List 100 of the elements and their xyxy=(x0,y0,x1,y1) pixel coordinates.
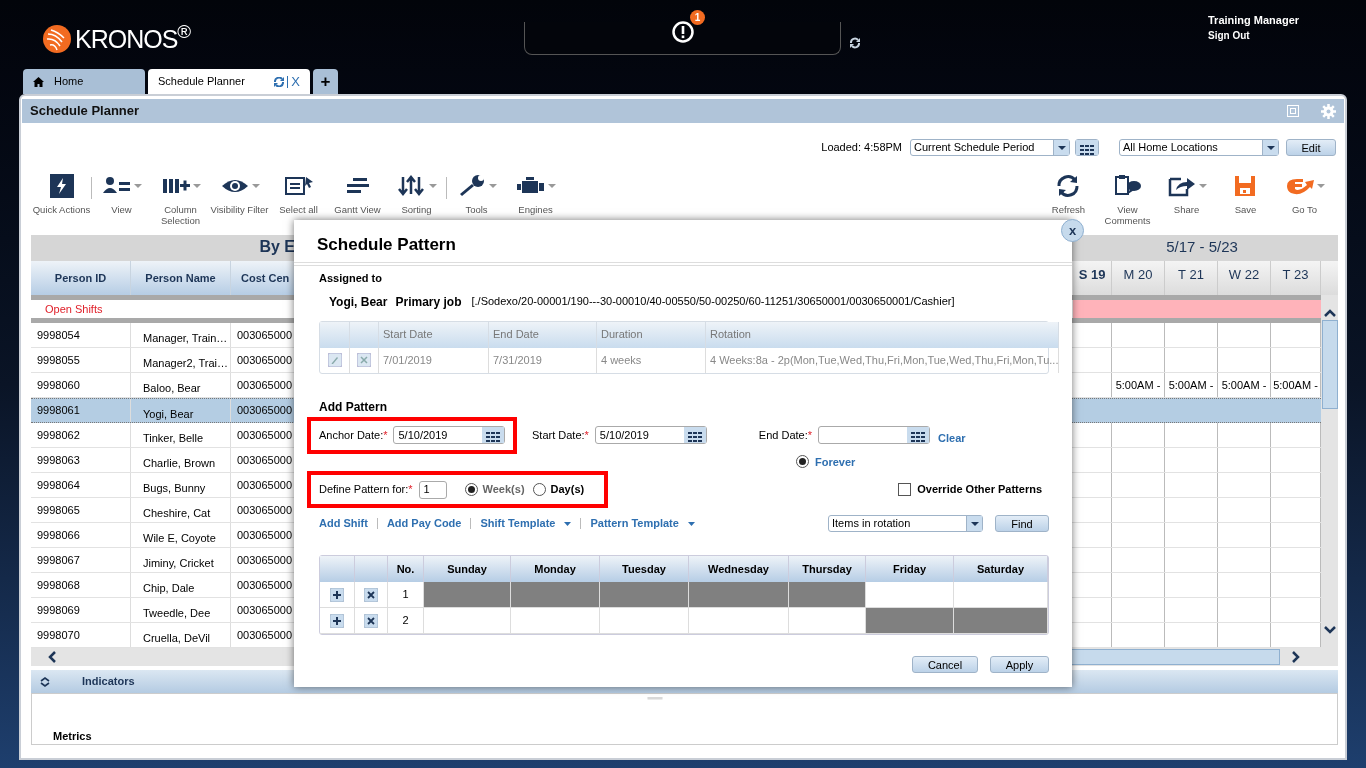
day-cell[interactable] xyxy=(600,608,689,634)
date-field[interactable]: 5/10/2019 xyxy=(393,426,506,444)
field-label: Anchor Date:* xyxy=(319,427,388,443)
table-cell: Jiminy, Cricket xyxy=(131,548,231,572)
column-header: Start Date xyxy=(379,321,489,348)
rotation-select[interactable]: Items in rotation xyxy=(828,515,983,532)
radio-button[interactable] xyxy=(796,455,809,469)
day-cell[interactable] xyxy=(600,582,689,608)
toolbar-button[interactable]: Save xyxy=(1216,171,1275,215)
job-label: Primary job xyxy=(395,293,462,311)
table-cell: 9998070 xyxy=(31,623,131,647)
caret-icon[interactable] xyxy=(564,521,572,526)
find-button[interactable]: Find xyxy=(995,515,1049,532)
toolbar-button[interactable]: Quick Actions xyxy=(32,171,91,215)
toolbar-button[interactable]: Go To xyxy=(1275,171,1334,215)
table-cell: 9998068 xyxy=(31,573,131,597)
radio-button[interactable] xyxy=(532,483,546,496)
toolbar-link[interactable]: Pattern Template xyxy=(590,515,679,532)
day-cell[interactable] xyxy=(789,608,866,634)
table-cell: Cruella, DeVil xyxy=(131,623,231,647)
add-row-icon[interactable] xyxy=(330,613,344,628)
toolbar-button[interactable]: Visibility Filter xyxy=(210,171,269,215)
caret-icon xyxy=(1266,145,1275,150)
day-cell[interactable] xyxy=(954,608,1048,634)
day-cell[interactable] xyxy=(424,582,511,608)
close-tab-button[interactable]: X xyxy=(291,71,300,92)
location-select[interactable]: All Home Locations xyxy=(1119,139,1279,156)
toolbar-button[interactable]: Sorting xyxy=(387,171,446,215)
scroll-thumb[interactable] xyxy=(1070,649,1280,665)
tab[interactable]: Schedule Planner X xyxy=(148,69,310,94)
calendar-icon[interactable] xyxy=(1076,140,1098,155)
day-cell[interactable] xyxy=(866,608,954,634)
clear-link[interactable]: Clear xyxy=(938,429,966,447)
table-cell: Chip, Dale xyxy=(131,573,231,597)
dialog-title: Schedule Pattern xyxy=(316,234,457,256)
toolbar-button[interactable]: Column Selection xyxy=(151,171,210,226)
day-cell[interactable] xyxy=(511,582,600,608)
day-cell[interactable] xyxy=(424,608,511,634)
toolbar-button[interactable]: Tools xyxy=(447,171,506,215)
table-cell: 9998063 xyxy=(31,448,131,472)
pencil-icon[interactable] xyxy=(327,353,342,367)
table-cell: 9998054 xyxy=(31,323,131,347)
table-cell-text: 003065000 xyxy=(236,552,294,568)
open-shifts-label: Open Shifts xyxy=(44,301,104,317)
toolbar-button[interactable]: Refresh xyxy=(1039,171,1098,215)
radio-button[interactable] xyxy=(464,483,478,496)
toolbar-button[interactable]: Gantt View xyxy=(328,171,387,215)
day-cell[interactable] xyxy=(866,582,954,608)
edit-button[interactable]: Edit xyxy=(1286,139,1336,156)
section-label: Add Pattern xyxy=(319,398,388,416)
toolbar-button[interactable]: Share xyxy=(1157,171,1216,215)
settings-icon[interactable] xyxy=(1321,103,1336,119)
chevron-right-icon xyxy=(1292,651,1300,663)
home-icon xyxy=(33,76,44,87)
day-cell[interactable] xyxy=(689,608,789,634)
date-field[interactable]: 5/10/2019 xyxy=(594,426,707,444)
refresh-icon[interactable] xyxy=(849,37,861,49)
checkbox[interactable] xyxy=(898,483,912,496)
tab[interactable]: Home xyxy=(23,69,145,94)
table-cell: 9998060 xyxy=(31,373,131,397)
table-cell: 9998062 xyxy=(31,423,131,447)
toolbar-link[interactable]: Shift Template xyxy=(480,515,556,532)
notification-field[interactable] xyxy=(524,22,841,55)
alert-icon[interactable] xyxy=(672,21,694,43)
vertical-scrollbar[interactable] xyxy=(1321,295,1338,648)
table-cell: Cheshire, Cat xyxy=(131,498,231,522)
toolbar-button[interactable]: View Comments xyxy=(1098,171,1157,226)
toolbar-link[interactable]: Add Shift xyxy=(319,515,368,532)
shift-cell[interactable]: 5:00AM - xyxy=(1218,373,1271,397)
table-cell: 9998069 xyxy=(31,598,131,622)
maximize-icon[interactable] xyxy=(1287,105,1299,117)
shift-cell[interactable]: 5:00AM - xyxy=(1165,373,1218,397)
metrics-label: Metrics xyxy=(53,728,93,744)
toolbar-button[interactable]: Select all xyxy=(269,171,328,215)
table-cell-text: 003065000 xyxy=(236,502,294,518)
table-cell: Tinker, Belle xyxy=(131,423,231,447)
delete-x-icon[interactable] xyxy=(364,587,378,602)
delete-x-icon[interactable] xyxy=(364,613,378,628)
toolbar-button[interactable]: Engines xyxy=(506,171,565,215)
table-cell: 9998066 xyxy=(31,523,131,547)
table-cell-text: 003065000 xyxy=(236,477,294,493)
toolbar-link[interactable]: Add Pay Code xyxy=(386,515,462,532)
day-cell[interactable] xyxy=(954,582,1048,608)
period-select[interactable]: Current Schedule Period xyxy=(910,139,1070,156)
shift-cell[interactable]: 5:00AM - xyxy=(1112,373,1165,397)
day-cell[interactable] xyxy=(511,608,600,634)
scroll-thumb[interactable] xyxy=(1321,320,1338,409)
radio-label: Week(s) xyxy=(482,482,525,498)
add-tab-button[interactable]: + xyxy=(313,69,338,94)
date-field[interactable] xyxy=(818,426,931,444)
dialog-button[interactable]: Cancel xyxy=(912,656,978,673)
expand-chevrons-icon[interactable] xyxy=(40,676,50,687)
number-field[interactable]: 1 xyxy=(418,480,447,499)
toolbar-button[interactable]: View xyxy=(92,171,151,215)
sign-out-link[interactable]: Sign Out xyxy=(1208,28,1300,43)
add-row-icon[interactable] xyxy=(330,587,344,602)
dialog-button[interactable]: Apply xyxy=(990,656,1049,673)
caret-icon[interactable] xyxy=(687,521,695,526)
day-cell[interactable] xyxy=(789,582,866,608)
day-cell[interactable] xyxy=(689,582,789,608)
